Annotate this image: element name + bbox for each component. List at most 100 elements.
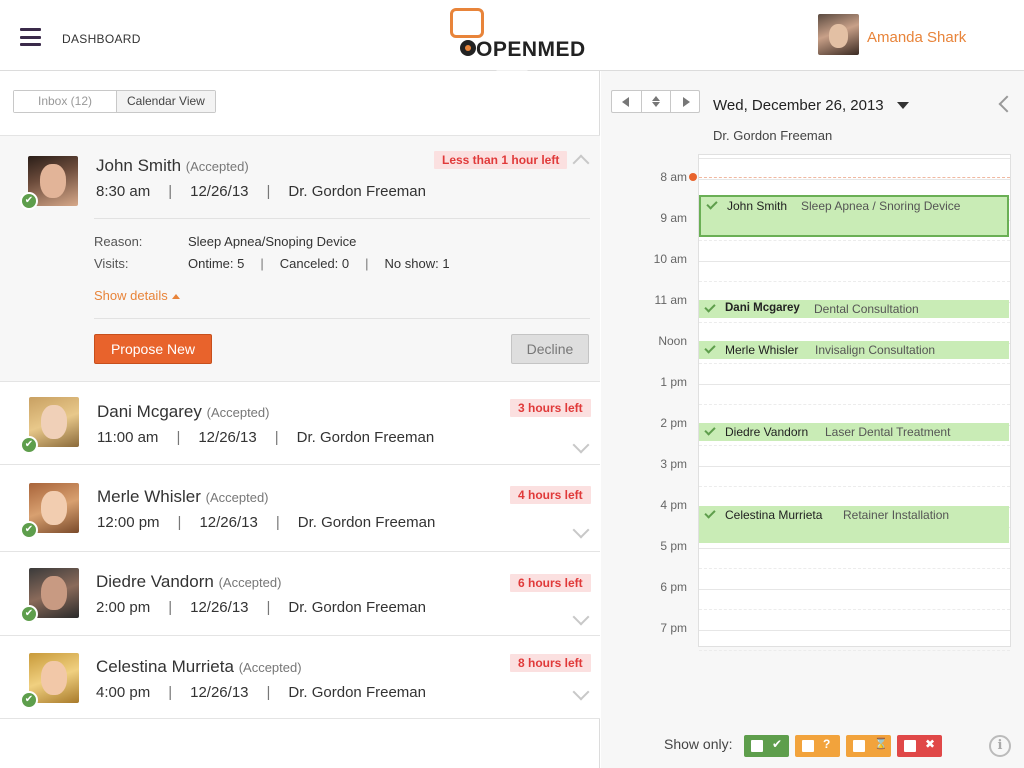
filter-pending-toggle[interactable]: ?	[795, 735, 840, 757]
event-patient: Dani Mcgarey	[725, 302, 800, 314]
appointment-card[interactable]: ✔ Dani Mcgarey (Accepted) 11:00 am | 12/26…	[0, 381, 600, 464]
next-day-button[interactable]	[670, 91, 699, 112]
show-details-text: Show details	[94, 288, 168, 303]
visits-ontime: Ontime: 5	[188, 256, 245, 271]
time-left-badge: 6 hours left	[510, 574, 591, 592]
reason-label: Reason:	[94, 234, 143, 249]
half-hour-gridline	[699, 650, 1010, 651]
hour-label: 4 pm	[660, 498, 687, 512]
appointment-summary: 11:00 am | 12/26/13 | Dr. Gordon Freeman	[97, 429, 435, 446]
event-description: Sleep Apnea / Snoring Device	[801, 199, 961, 213]
patient-name-text: John Smith	[96, 156, 182, 175]
divider	[94, 218, 590, 219]
expand-chevron-icon[interactable]	[572, 436, 590, 454]
app-header: DASHBOARD OPENMED Amanda Shark	[0, 0, 1024, 71]
filter-checkbox	[853, 740, 865, 752]
filter-accepted-toggle[interactable]: ✔	[744, 735, 789, 757]
appointment-doctor: Dr. Gordon Freeman	[296, 429, 435, 446]
arrow-left-icon	[622, 97, 629, 107]
prev-day-button[interactable]	[612, 91, 641, 112]
half-hour-gridline	[699, 609, 1010, 610]
expand-chevron-icon[interactable]	[572, 521, 590, 539]
appointment-summary: 8:30 am | 12/26/13 | Dr. Gordon Freeman	[96, 183, 426, 200]
today-button[interactable]	[641, 91, 670, 112]
event-patient: John Smith	[727, 199, 788, 213]
check-icon	[704, 301, 716, 313]
hour-label: 5 pm	[660, 539, 687, 553]
hour-label: 1 pm	[660, 375, 687, 389]
current-time-marker	[689, 173, 697, 181]
filter-waiting-toggle[interactable]: ⌛	[846, 735, 891, 757]
expand-chevron-icon[interactable]	[572, 608, 590, 626]
calendar-event[interactable]: Dani Mcgarey Dental Consultation	[699, 300, 1009, 318]
expand-chevron-icon[interactable]	[572, 683, 590, 701]
time-left-badge: 3 hours left	[510, 399, 591, 417]
nav-dashboard-link[interactable]: DASHBOARD	[62, 32, 141, 46]
appointments-panel: Inbox (12) Calendar View ✔ John Smith (A…	[0, 71, 600, 768]
collapse-chevron-icon[interactable]	[572, 154, 590, 172]
filter-checkbox	[751, 740, 763, 752]
appointment-card[interactable]: ✔ Merle Whisler (Accepted) 12:00 pm | 12/2…	[0, 464, 600, 551]
appointment-doctor: Dr. Gordon Freeman	[297, 514, 436, 531]
calendar-event[interactable]: Diedre Vandorn Laser Dental Treatment	[699, 423, 1009, 441]
hour-gridline	[699, 466, 1010, 467]
patient-name: John Smith (Accepted)	[96, 156, 249, 176]
hour-label: 10 am	[653, 252, 687, 266]
patient-name-text: Celestina Murrieta	[96, 657, 234, 676]
filter-declined-toggle[interactable]: ✖	[897, 735, 942, 757]
hour-gridline	[699, 261, 1010, 262]
check-icon	[704, 424, 716, 436]
calendar-nav	[611, 90, 700, 113]
info-icon[interactable]: i	[989, 735, 1011, 757]
patient-name: Dani Mcgarey (Accepted)	[97, 402, 269, 422]
appointment-status: (Accepted)	[205, 490, 269, 505]
half-hour-gridline	[699, 486, 1010, 487]
show-details-link[interactable]: Show details	[94, 288, 180, 303]
calendar-event-selected[interactable]: John Smith Sleep Apnea / Snoring Device	[699, 195, 1009, 237]
visits-noshow: No show: 1	[384, 256, 450, 271]
chevron-left-icon[interactable]	[998, 95, 1016, 113]
appointment-time: 11:00 am	[97, 429, 159, 446]
appointment-card-expanded[interactable]: ✔ John Smith (Accepted) 8:30 am | 12/26/13…	[0, 135, 600, 381]
half-hour-gridline	[699, 445, 1010, 446]
time-left-badge: Less than 1 hour left	[434, 151, 568, 169]
caret-up-icon	[171, 294, 180, 299]
appointment-time: 2:00 pm	[96, 599, 151, 616]
hour-gridline	[699, 384, 1010, 385]
half-hour-gridline	[699, 240, 1010, 241]
hour-label: 9 am	[660, 211, 687, 225]
appointment-status: (Accepted)	[238, 660, 302, 675]
event-patient: Celestina Murrieta	[725, 508, 823, 522]
event-patient: Diedre Vandorn	[725, 425, 809, 439]
hour-label: 2 pm	[660, 416, 687, 430]
close-icon: ✖	[925, 737, 936, 751]
menu-icon[interactable]	[20, 28, 41, 46]
propose-new-button[interactable]: Propose New	[94, 334, 212, 364]
half-hour-gridline	[699, 363, 1010, 364]
user-avatar	[818, 14, 859, 55]
tab-calendar-view[interactable]: Calendar View	[116, 91, 215, 112]
appointment-status: (Accepted)	[218, 575, 282, 590]
decline-button[interactable]: Decline	[511, 334, 589, 364]
calendar-event[interactable]: Merle Whisler Invisalign Consultation	[699, 341, 1009, 359]
half-hour-gridline	[699, 404, 1010, 405]
logo-text: OPENMED	[476, 38, 586, 61]
calendar-date: Wed, December 26, 2013	[713, 97, 884, 114]
logo-speech-bubble-icon	[450, 8, 484, 38]
calendar-event[interactable]: Celestina Murrieta Retainer Installation	[699, 506, 1009, 543]
appointment-status: (Accepted)	[185, 159, 249, 174]
tab-inbox[interactable]: Inbox (12)	[14, 91, 116, 112]
appointment-card[interactable]: ✔ Diedre Vandorn (Accepted) 2:00 pm | 12/2…	[0, 551, 600, 635]
appointment-card[interactable]: ✔ Celestina Murrieta (Accepted) 4:00 pm |…	[0, 635, 600, 719]
current-time-line	[699, 177, 1010, 178]
visits-stats: Ontime: 5 | Canceled: 0 | No show: 1	[188, 256, 450, 271]
time-left-badge: 8 hours left	[510, 654, 591, 672]
event-description: Retainer Installation	[843, 508, 950, 522]
patient-name-text: Diedre Vandorn	[96, 572, 214, 591]
appointment-time: 8:30 am	[96, 183, 151, 200]
hour-label: Noon	[658, 334, 687, 348]
date-dropdown-icon[interactable]	[897, 102, 909, 109]
appointment-doctor: Dr. Gordon Freeman	[288, 684, 426, 701]
hour-label: 6 pm	[660, 580, 687, 594]
hour-gridline	[699, 589, 1010, 590]
